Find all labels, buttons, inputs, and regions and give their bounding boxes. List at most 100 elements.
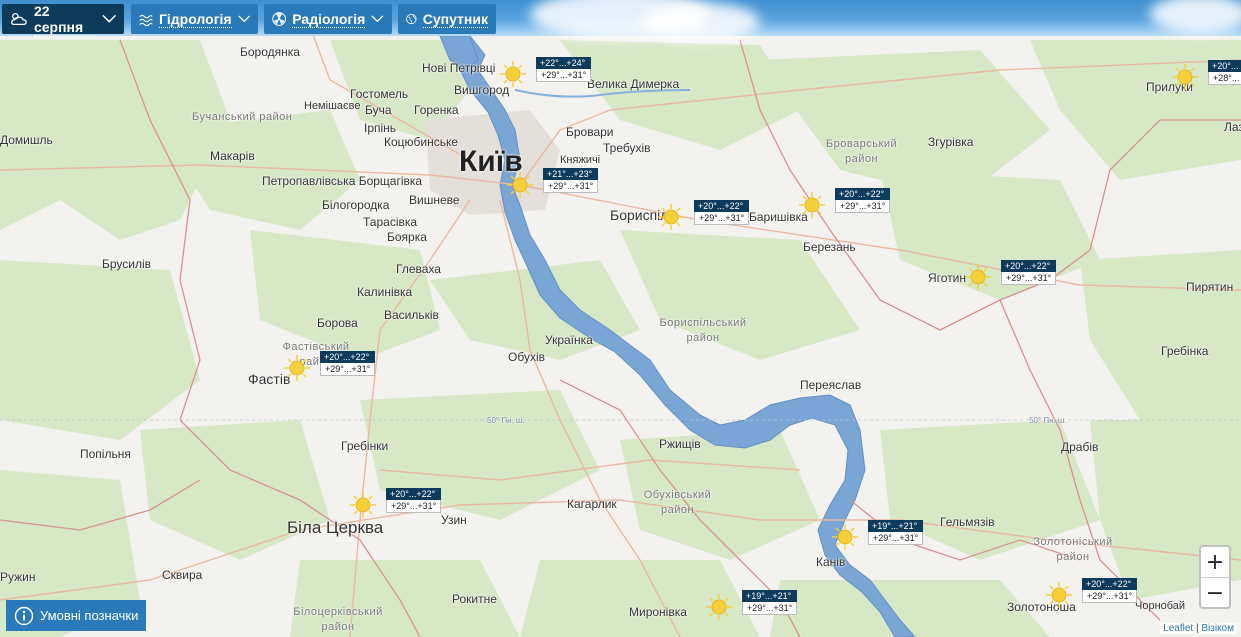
night-temperature: +20°...+22° bbox=[835, 188, 891, 200]
day-temperature: +29°...+31° bbox=[835, 200, 891, 213]
place-label[interactable]: Калинівка bbox=[357, 285, 412, 299]
weather-marker[interactable]: +20°...+22° +29°...+31° bbox=[797, 188, 907, 222]
radiology-label: Радіологія bbox=[292, 10, 366, 28]
place-label[interactable]: Васильків bbox=[384, 308, 439, 322]
place-label[interactable]: Нові Петрівці bbox=[422, 61, 495, 75]
place-label[interactable]: Гребінка bbox=[1161, 344, 1208, 358]
chevron-down-icon bbox=[102, 14, 116, 23]
radiation-icon bbox=[272, 12, 286, 26]
place-label[interactable]: Яготин bbox=[928, 271, 966, 285]
place-label[interactable]: Коцюбинське bbox=[384, 135, 458, 149]
place-label[interactable]: Білогородка bbox=[322, 198, 389, 212]
place-label[interactable]: Рокитне bbox=[452, 592, 497, 606]
place-label[interactable]: Лаз bbox=[1224, 120, 1241, 134]
globe-icon bbox=[406, 13, 417, 25]
district-name: Броварський район bbox=[825, 138, 898, 165]
weather-marker[interactable]: +21°...+23° +29°...+31° bbox=[505, 168, 615, 202]
night-temperature: +20°... bbox=[1208, 60, 1241, 72]
place-label[interactable]: Борова bbox=[317, 316, 358, 330]
weather-marker[interactable]: +22°...+24° +29°...+31° bbox=[498, 57, 608, 91]
temperature-box: +21°...+23° +29°...+31° bbox=[543, 168, 599, 193]
day-temperature: +29°...+31° bbox=[386, 500, 442, 513]
day-temperature: +29°...+31° bbox=[742, 602, 798, 615]
temperature-box: +20°...+22° +29°...+31° bbox=[1082, 578, 1138, 603]
place-label[interactable]: Буча bbox=[365, 103, 392, 117]
weather-marker[interactable]: +19°...+21° +29°...+31° bbox=[704, 590, 814, 624]
day-temperature: +29°...+31° bbox=[543, 180, 599, 193]
leaflet-link[interactable]: Leaflet bbox=[1163, 623, 1193, 634]
day-temperature: +29°...+31° bbox=[320, 363, 376, 376]
night-temperature: +19°...+21° bbox=[742, 590, 798, 602]
place-label[interactable]: Княжичі bbox=[560, 154, 600, 166]
place-label[interactable]: Домишль bbox=[0, 133, 53, 147]
district-label: Броварський район bbox=[814, 137, 909, 167]
place-label[interactable]: Боярка bbox=[387, 230, 427, 244]
chevron-down-icon bbox=[237, 15, 250, 23]
place-label[interactable]: Пирятин bbox=[1186, 280, 1233, 294]
place-label[interactable]: Глеваха bbox=[396, 262, 441, 276]
place-label[interactable]: Обухів bbox=[508, 350, 545, 364]
place-label[interactable]: Немішаєве bbox=[304, 100, 360, 112]
weather-marker[interactable]: +20°...+22° +29°...+31° bbox=[282, 351, 392, 385]
place-label[interactable]: Гельмязів bbox=[940, 515, 995, 529]
place-label[interactable]: Драбів bbox=[1061, 440, 1098, 454]
place-label[interactable]: Горенка bbox=[414, 103, 459, 117]
place-label[interactable]: Гребінки bbox=[341, 439, 388, 453]
place-label[interactable]: Канів bbox=[816, 555, 845, 569]
sun-icon bbox=[965, 264, 991, 290]
zoom-out-button[interactable]: − bbox=[1201, 578, 1229, 608]
cloud-decoration bbox=[1150, 0, 1241, 34]
day-temperature: +29°...+31° bbox=[536, 69, 592, 82]
sun-icon bbox=[500, 61, 526, 87]
place-label[interactable]: Бородянка bbox=[240, 45, 300, 59]
place-label[interactable]: Ржищів bbox=[659, 437, 701, 451]
provider-link[interactable]: Візіком bbox=[1201, 623, 1234, 634]
satellite-button[interactable]: Супутник bbox=[398, 4, 496, 34]
place-label[interactable]: Ружин bbox=[0, 570, 36, 584]
zoom-in-button[interactable]: + bbox=[1201, 547, 1229, 578]
waves-icon bbox=[139, 14, 153, 27]
place-label[interactable]: Тарасівка bbox=[363, 215, 417, 229]
day-temperature: +29°...+31° bbox=[694, 212, 750, 225]
zoom-control: + − bbox=[1199, 545, 1231, 609]
sun-icon bbox=[1172, 64, 1198, 90]
latitude-label: 50° Пн. ш. bbox=[1029, 416, 1067, 425]
place-label[interactable]: Миронівка bbox=[629, 605, 687, 619]
weather-marker[interactable]: +20°...+22° +29°...+31° bbox=[656, 200, 766, 234]
sun-icon bbox=[706, 594, 732, 620]
place-label[interactable]: Згурівка bbox=[928, 135, 973, 149]
place-label[interactable]: Гостомель bbox=[350, 87, 408, 101]
place-label[interactable]: Петропавлівська Борщагівка bbox=[262, 174, 422, 188]
weather-marker[interactable]: +20°...+22° +29°...+31° bbox=[963, 260, 1073, 294]
weather-marker[interactable]: +19°...+21° +29°...+31° bbox=[830, 520, 940, 554]
place-label[interactable]: Макарів bbox=[210, 149, 255, 163]
radiology-button[interactable]: Радіологія bbox=[264, 4, 392, 34]
legend-button[interactable]: Умовні позначки bbox=[6, 600, 147, 631]
place-label[interactable]: Переяслав bbox=[800, 378, 861, 392]
place-label[interactable]: Українка bbox=[545, 333, 593, 347]
hydrology-button[interactable]: Гідрологія bbox=[131, 4, 258, 34]
night-temperature: +20°...+22° bbox=[386, 488, 442, 500]
sun-icon bbox=[832, 524, 858, 550]
place-label[interactable]: Бровари bbox=[566, 125, 614, 139]
date-selector-button[interactable]: 22 серпня bbox=[2, 3, 124, 36]
place-label[interactable]: Вишневе bbox=[409, 193, 460, 207]
place-label[interactable]: Сквира bbox=[162, 568, 202, 582]
weather-marker[interactable]: +20°...+22° +29°...+31° bbox=[348, 488, 458, 522]
temperature-box: +22°...+24° +29°...+31° bbox=[536, 57, 592, 82]
chevron-down-icon bbox=[371, 15, 384, 23]
place-label[interactable]: Попільня bbox=[80, 447, 131, 461]
temperature-box: +20°...+22° +29°...+31° bbox=[1001, 260, 1057, 285]
place-label[interactable]: Требухів bbox=[603, 141, 651, 155]
place-label[interactable]: Березань bbox=[803, 240, 856, 254]
place-label[interactable]: Брусилів bbox=[102, 257, 151, 271]
weather-marker[interactable]: +20°... +28°... bbox=[1170, 60, 1241, 94]
night-temperature: +21°...+23° bbox=[543, 168, 599, 180]
place-label[interactable]: Кагарлик bbox=[567, 497, 617, 511]
place-label[interactable]: Ірпінь bbox=[364, 121, 396, 135]
district-name: Обухівський район bbox=[643, 489, 712, 516]
temperature-box: +19°...+21° +29°...+31° bbox=[742, 590, 798, 615]
temperature-box: +20°... +28°... bbox=[1208, 60, 1241, 85]
district-label: Білоцерківський район bbox=[280, 605, 396, 635]
weather-marker[interactable]: +20°...+22° +29°...+31° bbox=[1044, 578, 1154, 612]
